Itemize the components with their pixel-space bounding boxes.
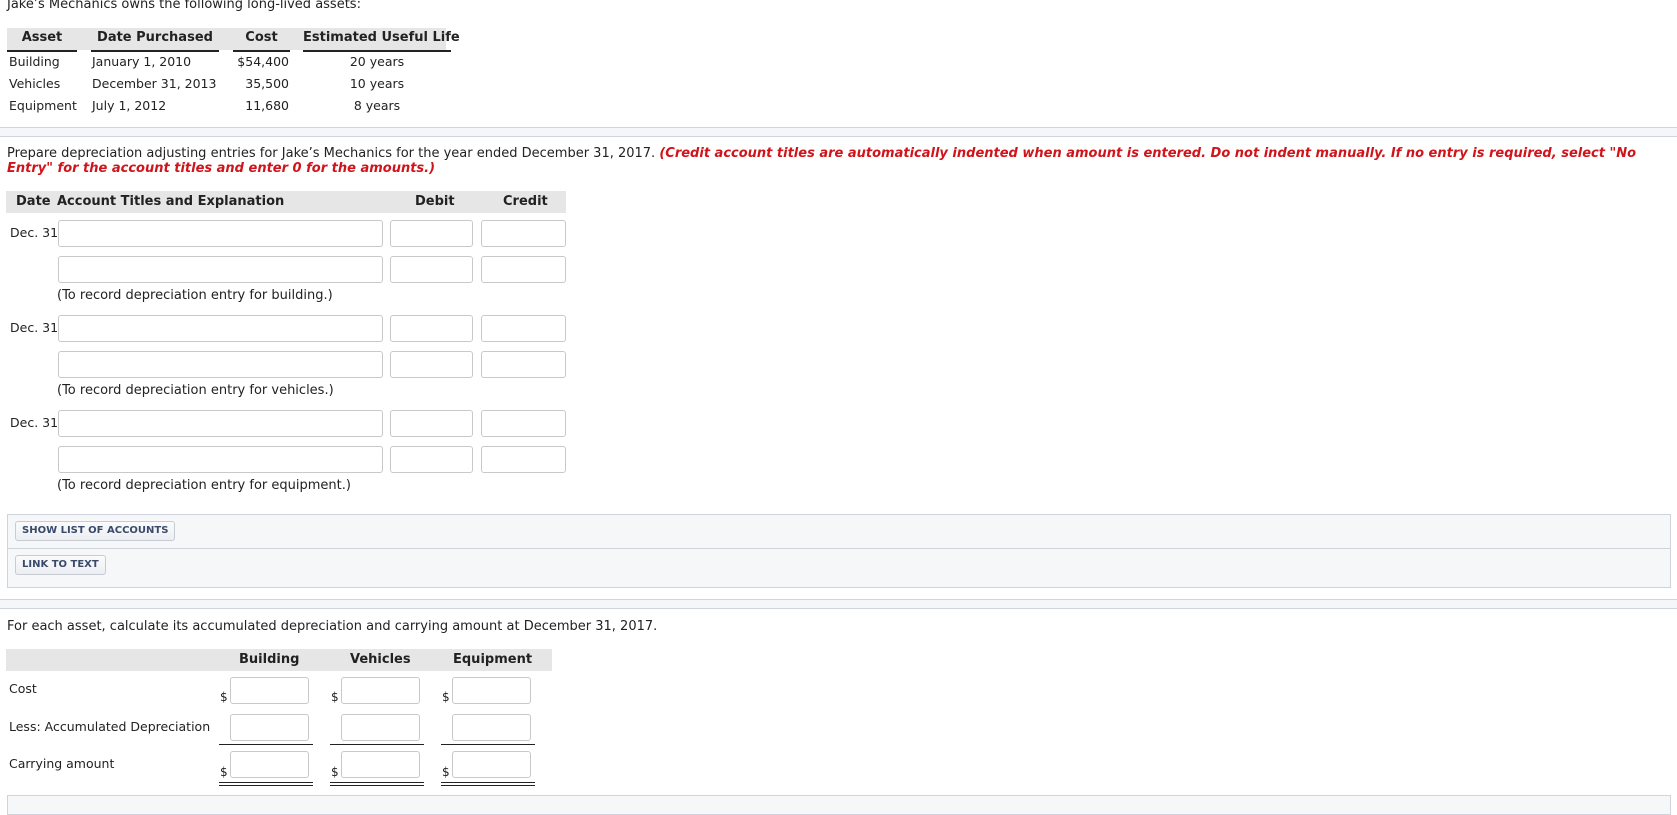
debit-input[interactable]	[390, 315, 473, 342]
credit-input[interactable]	[481, 351, 566, 378]
account-title-input[interactable]	[58, 410, 383, 437]
tools-panel: SHOW LIST OF ACCOUNTS LINK TO TEXT	[7, 514, 1671, 588]
entry-date: Dec. 31	[10, 320, 59, 335]
header-equipment: Equipment	[453, 652, 533, 667]
account-title-input[interactable]	[58, 220, 383, 247]
show-list-of-accounts-button[interactable]: SHOW LIST OF ACCOUNTS	[15, 521, 176, 541]
asset-date: July 1, 2012	[92, 98, 167, 113]
header-vehicles: Vehicles	[350, 652, 411, 667]
panel-divider	[8, 548, 1670, 549]
header-underline	[7, 50, 77, 52]
building-cost-input[interactable]	[230, 677, 309, 704]
debit-input[interactable]	[390, 410, 473, 437]
currency-symbol: $	[331, 765, 339, 779]
header-building: Building	[239, 652, 300, 667]
subtotal-line	[441, 744, 535, 745]
intro-text: Jake’s Mechanics owns the following long…	[7, 0, 361, 12]
total-double-line	[441, 782, 535, 786]
asset-life: 20 years	[349, 54, 405, 69]
total-double-line	[330, 782, 424, 786]
total-double-line	[219, 782, 313, 786]
asset-cost: $54,400	[237, 54, 289, 69]
equipment-cost-input[interactable]	[452, 677, 531, 704]
asset-name: Vehicles	[9, 76, 61, 91]
journal-table-header: Date Account Titles and Explanation Debi…	[6, 191, 566, 213]
entry-explanation: (To record depreciation entry for vehicl…	[57, 383, 334, 398]
journal-instruction: Prepare depreciation adjusting entries f…	[7, 146, 1671, 176]
building-accumulated-depreciation-input[interactable]	[230, 714, 309, 741]
header-asset: Asset	[21, 30, 63, 45]
header-date-purchased: Date Purchased	[97, 30, 213, 45]
carrying-instruction: For each asset, calculate its accumulate…	[7, 619, 658, 634]
section-divider	[0, 599, 1677, 609]
subtotal-line	[219, 744, 313, 745]
credit-input[interactable]	[481, 446, 566, 473]
asset-life: 10 years	[349, 76, 405, 91]
debit-input[interactable]	[390, 446, 473, 473]
header-account-titles: Account Titles and Explanation	[57, 194, 285, 209]
equipment-accumulated-depreciation-input[interactable]	[452, 714, 531, 741]
vehicles-cost-input[interactable]	[341, 677, 420, 704]
account-title-input[interactable]	[58, 256, 383, 283]
credit-input[interactable]	[481, 410, 566, 437]
asset-name: Building	[9, 54, 60, 69]
header-useful-life: Estimated Useful Life	[303, 30, 460, 45]
debit-input[interactable]	[390, 351, 473, 378]
credit-input[interactable]	[481, 220, 566, 247]
account-title-input[interactable]	[58, 351, 383, 378]
section-divider	[0, 127, 1677, 137]
asset-date: January 1, 2010	[92, 54, 192, 69]
equipment-carrying-amount-input[interactable]	[452, 751, 531, 778]
instruction-text: Prepare depreciation adjusting entries f…	[7, 146, 656, 161]
vehicles-accumulated-depreciation-input[interactable]	[341, 714, 420, 741]
subtotal-line	[330, 744, 424, 745]
header-date: Date	[16, 194, 51, 209]
entry-explanation: (To record depreciation entry for equipm…	[57, 478, 351, 493]
asset-life: 8 years	[353, 98, 401, 113]
credit-input[interactable]	[481, 315, 566, 342]
asset-cost: 11,680	[245, 98, 289, 113]
link-to-text-button[interactable]: LINK TO TEXT	[15, 555, 106, 575]
header-underline	[91, 50, 219, 52]
header-cost: Cost	[245, 30, 278, 45]
debit-input[interactable]	[390, 220, 473, 247]
header-debit: Debit	[415, 194, 455, 209]
asset-date: December 31, 2013	[92, 76, 217, 91]
carrying-table-header: Building Vehicles Equipment	[6, 649, 552, 671]
currency-symbol: $	[442, 690, 450, 704]
vehicles-carrying-amount-input[interactable]	[341, 751, 420, 778]
debit-input[interactable]	[390, 256, 473, 283]
asset-cost: 35,500	[245, 76, 289, 91]
row-label: Less: Accumulated Depreciation	[9, 719, 211, 734]
asset-name: Equipment	[9, 98, 77, 113]
currency-symbol: $	[331, 690, 339, 704]
currency-symbol: $	[220, 690, 228, 704]
header-credit: Credit	[503, 194, 548, 209]
account-title-input[interactable]	[58, 315, 383, 342]
header-underline	[303, 50, 451, 52]
credit-input[interactable]	[481, 256, 566, 283]
currency-symbol: $	[220, 765, 228, 779]
account-title-input[interactable]	[58, 446, 383, 473]
bottom-panel	[7, 795, 1671, 815]
entry-date: Dec. 31	[10, 415, 59, 430]
entry-explanation: (To record depreciation entry for buildi…	[57, 288, 333, 303]
building-carrying-amount-input[interactable]	[230, 751, 309, 778]
entry-date: Dec. 31	[10, 225, 59, 240]
row-label: Carrying amount	[9, 756, 115, 771]
row-label: Cost	[9, 681, 37, 696]
header-underline	[233, 50, 290, 52]
currency-symbol: $	[442, 765, 450, 779]
